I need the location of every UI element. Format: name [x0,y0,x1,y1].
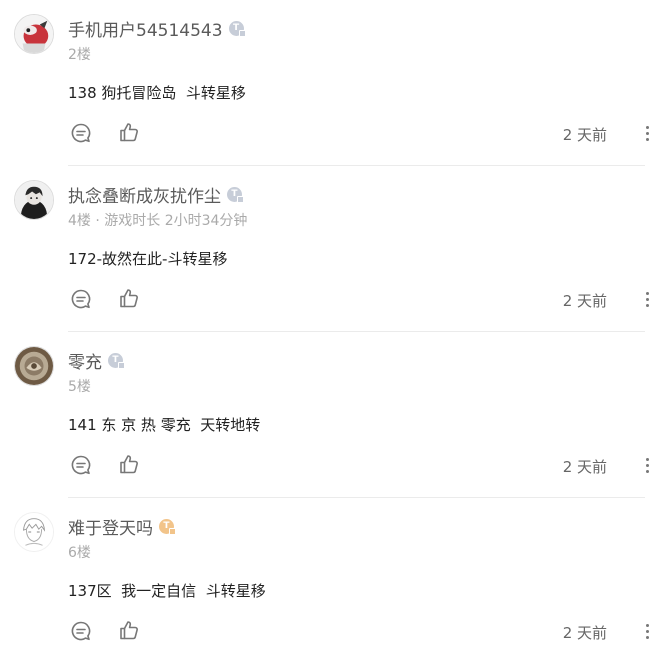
floor-number: 5楼 [68,379,91,395]
timestamp: 2 天前 [562,624,607,642]
more-options-icon[interactable] [641,122,653,144]
level-badge-icon: T [227,186,244,203]
avatar[interactable] [14,14,54,54]
thumbs-up-icon[interactable] [118,453,140,475]
comment-item: 手机用户54514543 T 2楼 138 狗托冒险岛 斗转星移 2 天前 [0,0,671,166]
avatar[interactable] [14,512,54,552]
comment-bubble-icon[interactable] [70,122,92,144]
comment-text: 138 狗托冒险岛 斗转星移 [68,84,246,102]
thumbs-up-icon[interactable] [118,121,140,143]
user-info: 手机用户54514543 T [68,16,246,41]
floor-number: 2楼 [68,47,91,63]
comment-actions: 2 天前 [68,286,653,312]
more-options-icon[interactable] [641,620,653,642]
comment-actions: 2 天前 [68,618,653,644]
avatar[interactable] [14,346,54,386]
level-badge-icon: T [108,352,125,369]
thumbs-up-icon[interactable] [118,619,140,641]
timestamp: 2 天前 [562,126,607,144]
username[interactable]: 手机用户54514543 [68,16,223,41]
dark-character-avatar-icon [15,181,53,219]
comment-bubble-icon[interactable] [70,620,92,642]
timestamp: 2 天前 [562,458,607,476]
red-character-avatar-icon [15,15,53,53]
comment-list: 手机用户54514543 T 2楼 138 狗托冒险岛 斗转星移 2 天前 执念… [0,0,671,664]
anime-sketch-avatar-icon [15,513,53,551]
username[interactable]: 执念叠断成灰扰作尘 [68,182,221,207]
user-info: 零充 T [68,348,125,373]
more-options-icon[interactable] [641,288,653,310]
floor-number: 6楼 [68,545,91,561]
comment-actions: 2 天前 [68,452,653,478]
timestamp: 2 天前 [562,292,607,310]
comment-text: 137区 我一定自信 斗转星移 [68,582,266,600]
stone-emblem-avatar-icon [15,347,53,385]
comment-item: 执念叠断成灰扰作尘 T 4楼 · 游戏时长 2小时34分钟 172-故然在此-斗… [0,166,671,332]
user-info: 难于登天吗 T [68,514,176,539]
username[interactable]: 难于登天吗 [68,514,153,539]
floor-number: 4楼 · 游戏时长 2小时34分钟 [68,213,248,229]
username[interactable]: 零充 [68,348,102,373]
comment-text: 172-故然在此-斗转星移 [68,250,228,268]
user-info: 执念叠断成灰扰作尘 T [68,182,244,207]
level-badge-icon: T [159,518,176,535]
thumbs-up-icon[interactable] [118,287,140,309]
more-options-icon[interactable] [641,454,653,476]
comment-item: 难于登天吗 T 6楼 137区 我一定自信 斗转星移 2 天前 [0,498,671,664]
comment-bubble-icon[interactable] [70,454,92,476]
comment-actions: 2 天前 [68,120,653,146]
level-badge-icon: T [228,20,246,37]
comment-bubble-icon[interactable] [70,288,92,310]
comment-text: 141 东 京 热 零充 天转地转 [68,416,261,434]
avatar[interactable] [14,180,54,220]
comment-item: 零充 T 5楼 141 东 京 热 零充 天转地转 2 天前 [0,332,671,498]
